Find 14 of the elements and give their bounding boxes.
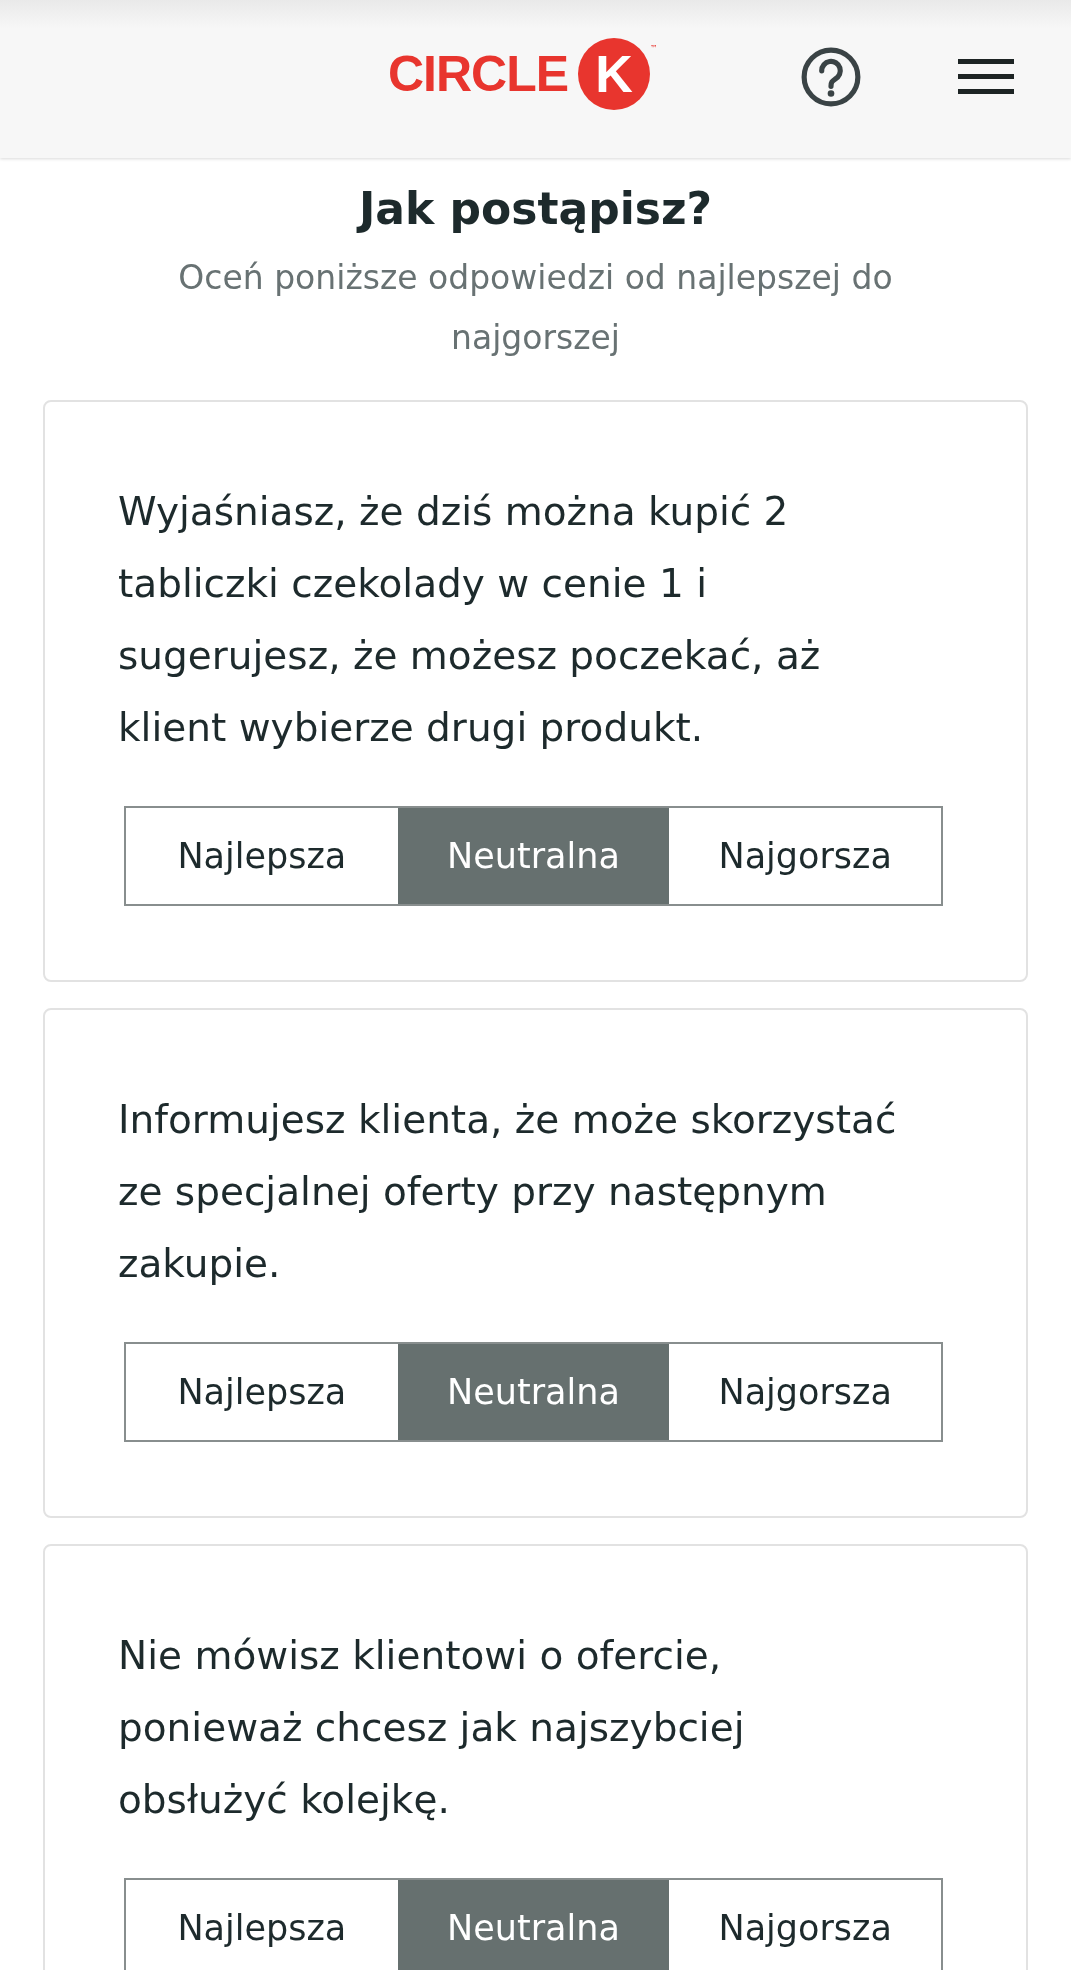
rating-option[interactable]: Neutralna: [397, 808, 670, 904]
logo-text: CIRCLE: [388, 45, 569, 103]
rating-option[interactable]: Neutralna: [397, 1344, 670, 1440]
trademark-sign: ™: [650, 44, 659, 53]
menu-icon[interactable]: [958, 59, 1014, 95]
answer-text: Nie mówisz klientowi o ofercie, ponieważ chcesz jak najszybciej obsłużyć kolejkę.: [118, 1632, 746, 1824]
page-title: Jak postąpisz?: [355, 182, 714, 236]
answer-text: Wyjaśniasz, że dziś można kupić 2 tabliczki czekolady w cenie 1 i sugerujesz, że możesz poczekać, aż klient wybierze drugi produkt.: [118, 488, 822, 752]
answer-text: Informujesz klienta, że może skorzystać ze specjalnej oferty przy następnym zakupie.: [118, 1096, 898, 1288]
rating-option[interactable]: Neutralna: [397, 1880, 670, 1970]
help-icon[interactable]: [800, 46, 862, 108]
logo[interactable]: CIRCLE K ™: [388, 38, 659, 110]
instruction-text: Oceń poniższe odpowiedzi od najlepszej do najgorszej: [177, 257, 894, 359]
logo-mark: K: [578, 38, 651, 110]
